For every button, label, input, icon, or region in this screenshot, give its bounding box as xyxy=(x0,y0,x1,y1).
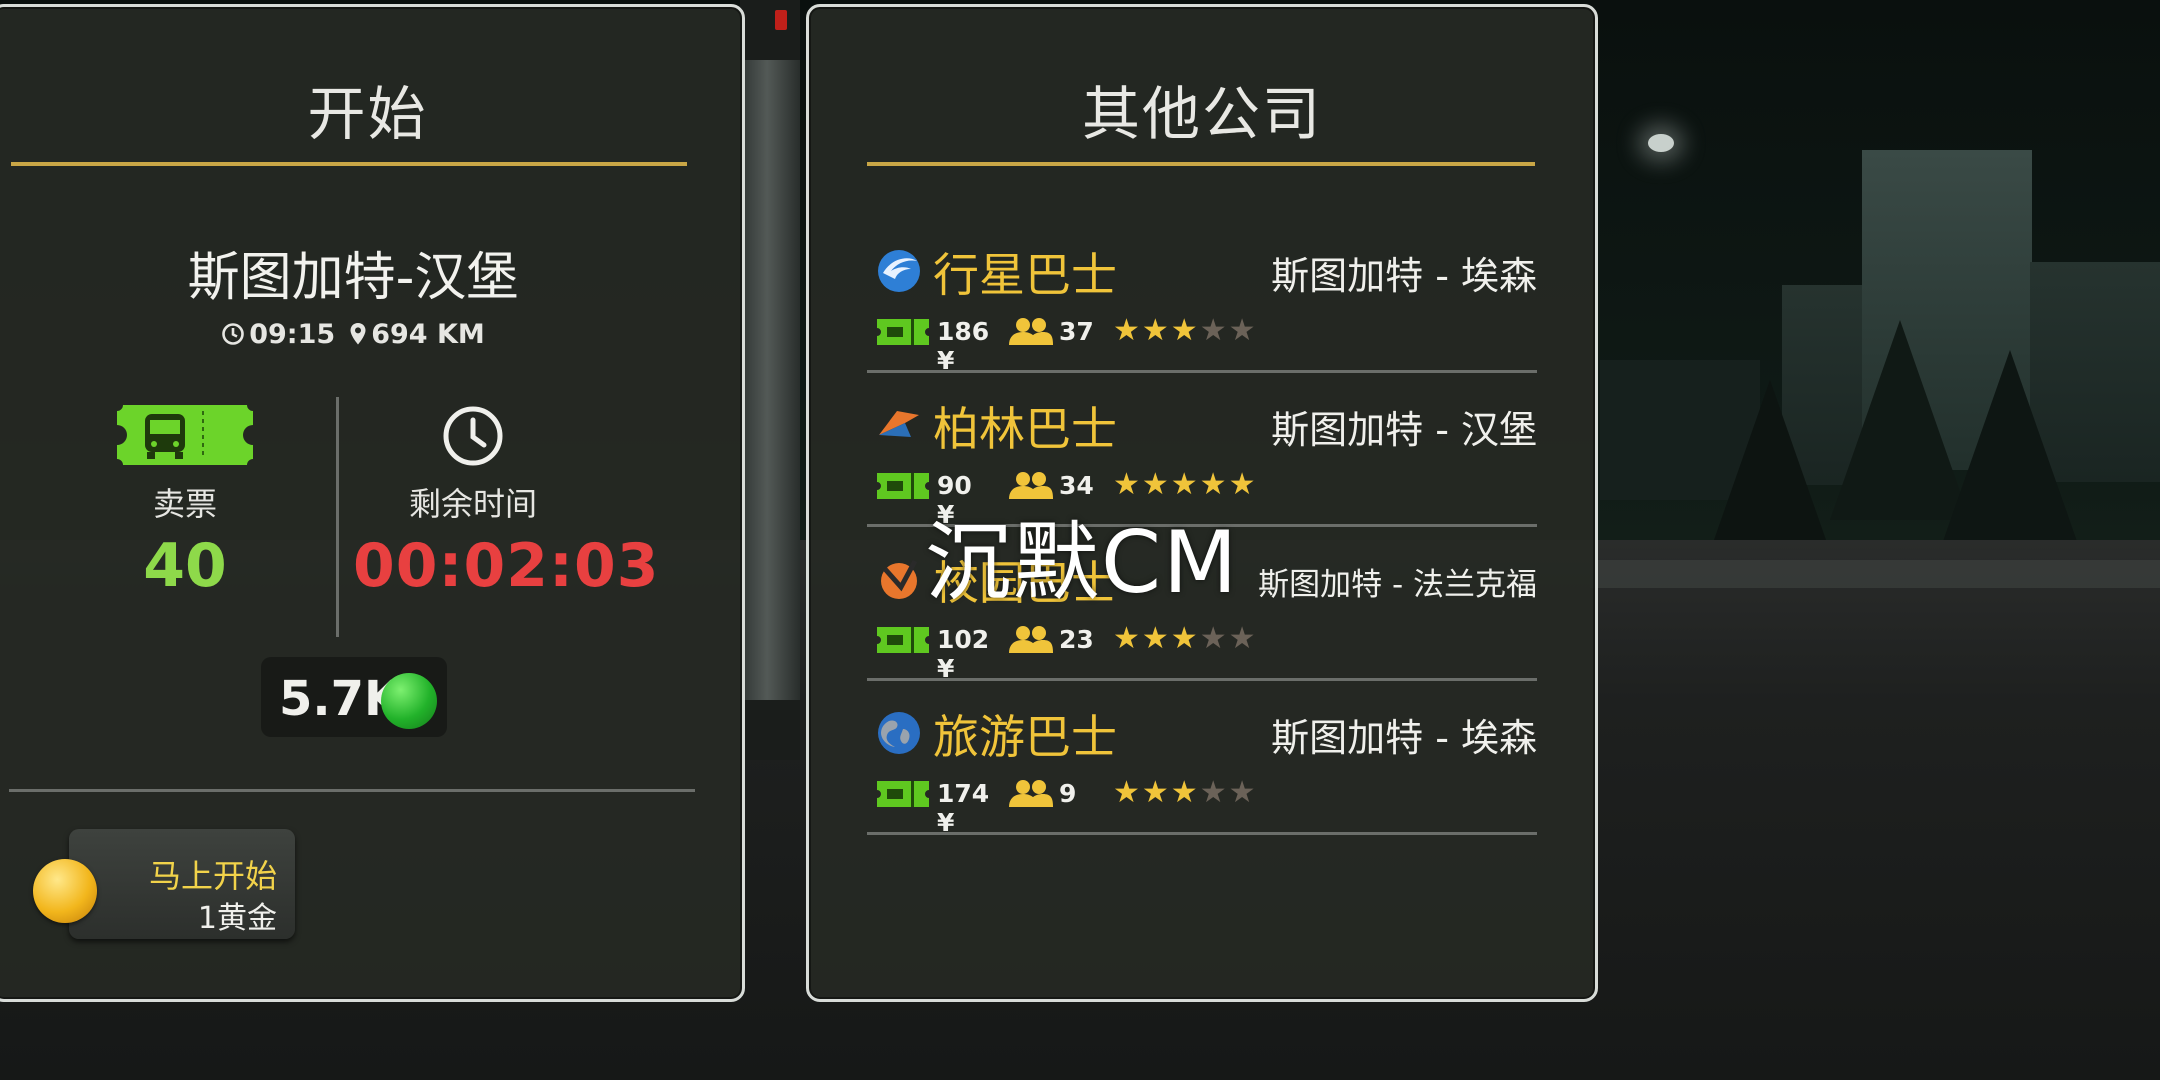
ticket-icon xyxy=(877,473,929,499)
berlin-logo-icon xyxy=(879,411,919,437)
gold-coin-icon xyxy=(33,859,97,923)
clock-icon xyxy=(222,323,245,345)
ticket-price: 90 ¥ xyxy=(937,471,972,529)
location-pin-icon xyxy=(350,323,366,345)
route-meta: 09:15 694 KM xyxy=(0,319,713,350)
planet-bird-logo-icon xyxy=(878,250,920,292)
start-panel: 开始 斯图加特-汉堡 09:15 694 KM 卖票 40 剩余时间 00:02:… xyxy=(0,4,745,1002)
ticket-icon xyxy=(877,781,929,807)
ticket-price: 174 ¥ xyxy=(937,779,990,837)
route-distance: 694 KM xyxy=(371,319,485,350)
company-row[interactable]: 校园巴士 斯图加特 - 法兰克福 102 ¥ 23 ★★★★★ xyxy=(867,525,1547,683)
ticket-icon xyxy=(877,627,929,653)
other-companies-title: 其他公司 xyxy=(1081,80,1322,148)
rating-stars: ★★★★★ xyxy=(1113,313,1258,348)
title-underline xyxy=(867,162,1535,166)
cash-icon xyxy=(381,673,437,729)
start-panel-title: 开始 xyxy=(307,80,428,148)
money-display: 5.7K xyxy=(261,657,447,737)
clock-icon xyxy=(443,406,503,466)
route-title: 斯图加特-汉堡 xyxy=(187,248,519,308)
stats-divider xyxy=(336,397,339,637)
rating-stars: ★★★★★ xyxy=(1113,775,1258,810)
moon xyxy=(1648,134,1674,152)
passenger-count: 23 xyxy=(1059,625,1094,654)
start-now-label: 马上开始 xyxy=(148,857,277,895)
passengers-icon xyxy=(1009,626,1053,653)
curb xyxy=(1590,560,2160,588)
company-route: 斯图加特 - 埃森 xyxy=(1271,716,1537,760)
passenger-count: 9 xyxy=(1059,779,1077,808)
rating-stars: ★★★★★ xyxy=(1113,467,1258,502)
company-row[interactable]: 柏林巴士 斯图加特 - 汉堡 90 ¥ 34 ★★★★★ xyxy=(867,371,1547,529)
globe-logo-icon xyxy=(878,712,920,754)
remaining-label: 剩余时间 xyxy=(408,485,537,523)
company-row[interactable]: 旅游巴士 斯图加特 - 埃森 174 ¥ 9 ★★★★★ xyxy=(867,679,1547,837)
bus-ticket-icon xyxy=(117,405,253,465)
other-companies-panel: 其他公司 行星巴士 斯图加特 - 埃森 186 ¥ 37 ★★★★★ 柏林巴士 … xyxy=(806,4,1598,1002)
remaining-time: 剩余时间 00:02:03 xyxy=(353,405,660,601)
passenger-count: 37 xyxy=(1059,317,1094,346)
company-route: 斯图加特 - 法兰克福 xyxy=(1258,567,1537,603)
ticket-price: 186 ¥ xyxy=(937,317,990,375)
company-name: 行星巴士 xyxy=(933,248,1117,302)
panel-divider xyxy=(9,789,695,792)
ticket-price: 102 ¥ xyxy=(937,625,990,683)
bus-body xyxy=(745,60,800,700)
company-name: 校园巴士 xyxy=(933,556,1117,610)
title-underline xyxy=(11,162,687,166)
company-name: 旅游巴士 xyxy=(933,710,1117,764)
passenger-count: 34 xyxy=(1059,471,1094,500)
passengers-icon xyxy=(1009,472,1053,499)
company-route: 斯图加特 - 埃森 xyxy=(1271,254,1537,298)
tree xyxy=(1940,350,2080,550)
ticket-icon xyxy=(877,319,929,345)
campus-logo-icon xyxy=(881,559,918,599)
remaining-value: 00:02:03 xyxy=(353,531,660,601)
passengers-icon xyxy=(1009,780,1053,807)
company-route: 斯图加特 - 汉堡 xyxy=(1271,408,1537,452)
row-divider xyxy=(867,832,1537,835)
start-now-button[interactable]: 马上开始 1黄金 xyxy=(69,829,295,939)
tickets-value: 40 xyxy=(143,531,227,601)
bus-tail-light xyxy=(775,10,787,30)
tickets-label: 卖票 xyxy=(152,485,217,523)
company-row[interactable]: 行星巴士 斯图加特 - 埃森 186 ¥ 37 ★★★★★ xyxy=(867,217,1547,375)
departure-time: 09:15 xyxy=(249,319,336,350)
company-name: 柏林巴士 xyxy=(933,402,1117,456)
passengers-icon xyxy=(1009,318,1053,345)
tickets-sold: 卖票 40 xyxy=(115,405,255,601)
start-now-cost: 1黄金 xyxy=(197,901,277,936)
rating-stars: ★★★★★ xyxy=(1113,621,1258,656)
